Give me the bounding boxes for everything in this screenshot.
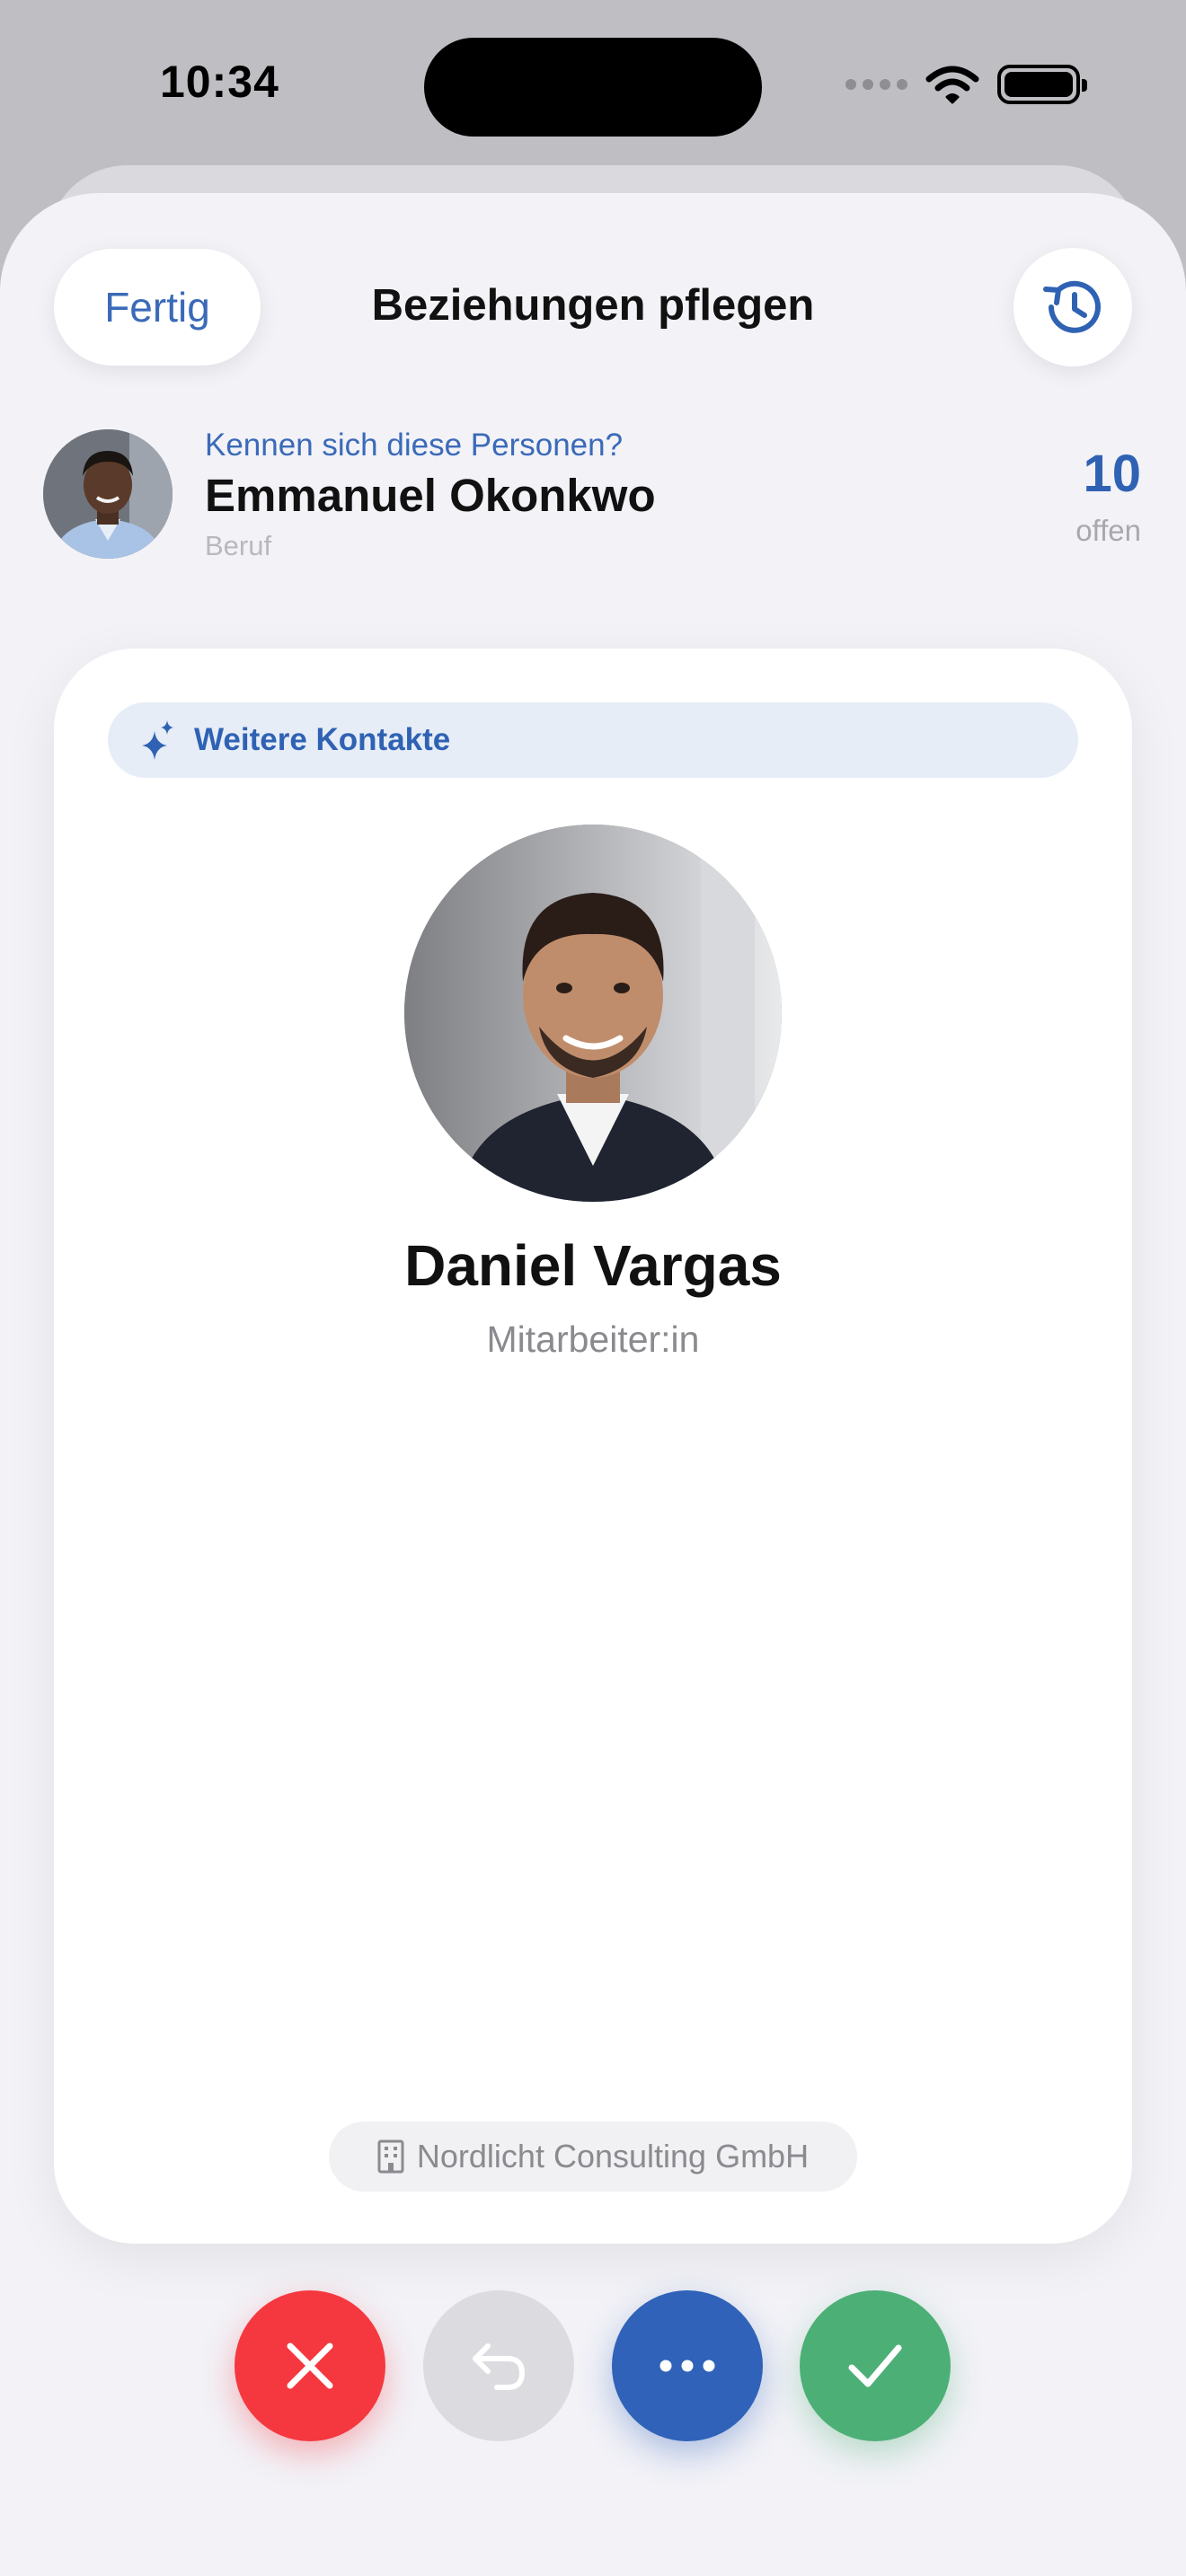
sparkle-icon: [142, 720, 173, 760]
status-icons: [845, 65, 1087, 104]
page-title: Beziehungen pflegen: [371, 281, 815, 330]
open-count: 10: [1083, 445, 1141, 503]
wifi-icon: [925, 66, 979, 104]
company-chip: Nordlicht Consulting GmbH: [329, 2122, 857, 2192]
building-icon: [377, 2139, 404, 2174]
ellipsis-icon: [659, 2360, 715, 2372]
company-name: Nordlicht Consulting GmbH: [416, 2138, 810, 2175]
contact-role: Mitarbeiter:in: [486, 1319, 700, 1360]
screen: 10:34 Fertig Beziehungen pflegen Kennen …: [0, 0, 1186, 2576]
source-person-job: Beruf: [205, 530, 272, 561]
suggestion-tag-label: Weitere Kontakte: [194, 722, 451, 757]
undo-button[interactable]: [423, 2290, 574, 2441]
suggestion-tag: Weitere Kontakte: [108, 702, 1078, 778]
reject-button[interactable]: [235, 2290, 385, 2441]
accept-button[interactable]: [800, 2290, 951, 2441]
contact-avatar: [404, 825, 782, 1202]
source-question: Kennen sich diese Personen?: [205, 428, 624, 463]
battery-icon: [997, 65, 1087, 104]
open-count-label: offen: [1075, 514, 1141, 547]
history-icon: [1043, 280, 1101, 333]
more-button[interactable]: [612, 2290, 763, 2441]
source-person-name: Emmanuel Okonkwo: [205, 470, 656, 521]
dynamic-island: [424, 38, 762, 137]
checkmark-icon: [848, 2344, 902, 2387]
status-time: 10:34: [160, 57, 279, 107]
close-icon: [287, 2342, 333, 2389]
undo-arrow-icon: [473, 2343, 526, 2390]
history-button[interactable]: [1013, 248, 1132, 366]
cellular-signal-icon: [845, 79, 907, 90]
contact-card[interactable]: Weitere Kontakte Daniel Vargas Mitarbeit…: [54, 648, 1132, 2244]
source-person-avatar: [43, 429, 173, 559]
contact-name: Daniel Vargas: [404, 1233, 782, 1298]
